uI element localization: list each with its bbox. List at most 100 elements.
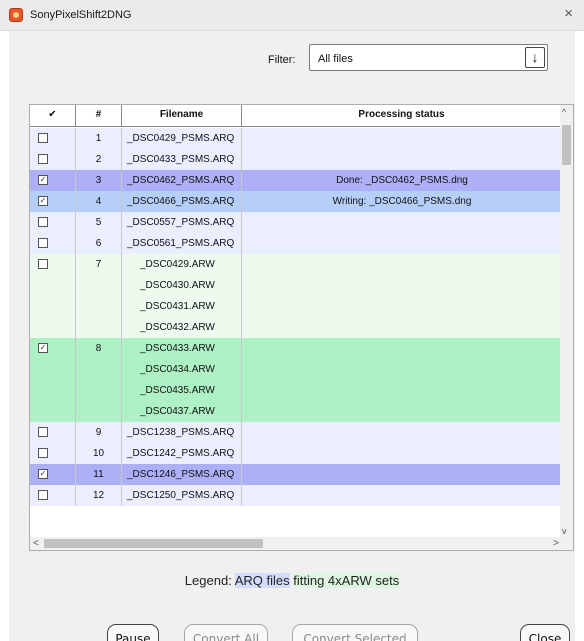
convert-all-button[interactable]: Convert All	[184, 624, 268, 641]
horizontal-scroll-thumb[interactable]	[44, 539, 263, 548]
row-checkbox-cell	[30, 359, 76, 380]
row-filename: _DSC0437.ARW	[122, 401, 242, 422]
row-number: 3	[76, 170, 122, 191]
row-checkbox[interactable]	[38, 238, 48, 249]
row-number: 10	[76, 443, 122, 464]
row-number: 11	[76, 464, 122, 485]
row-checkbox-cell	[30, 422, 76, 443]
table-row[interactable]: 2 _DSC0433_PSMS.ARQ	[30, 149, 562, 170]
row-number: 6	[76, 233, 122, 254]
row-number: 2	[76, 149, 122, 170]
row-checkbox[interactable]: ✓	[38, 196, 48, 207]
row-status	[242, 464, 562, 485]
table-row[interactable]: _DSC0435.ARW	[30, 380, 562, 401]
row-checkbox-cell	[30, 128, 76, 149]
row-checkbox-cell	[30, 380, 76, 401]
row-filename: _DSC0561_PSMS.ARQ	[122, 233, 242, 254]
row-checkbox[interactable]	[38, 448, 48, 459]
table-row[interactable]: 9 _DSC1238_PSMS.ARQ	[30, 422, 562, 443]
row-number: 7	[76, 254, 122, 275]
row-number	[76, 317, 122, 338]
vertical-scrollbar[interactable]: ^ v	[560, 105, 573, 538]
row-filename: _DSC0466_PSMS.ARQ	[122, 191, 242, 212]
header-number[interactable]: #	[76, 105, 122, 127]
table-row[interactable]: 1 _DSC0429_PSMS.ARQ	[30, 128, 562, 149]
row-checkbox[interactable]: ✓	[38, 469, 48, 480]
row-checkbox-cell	[30, 275, 76, 296]
row-filename: _DSC0557_PSMS.ARQ	[122, 212, 242, 233]
row-checkbox[interactable]	[38, 259, 48, 270]
window-title: SonyPixelShift2DNG	[30, 9, 132, 21]
row-filename: _DSC0433_PSMS.ARQ	[122, 149, 242, 170]
table-row[interactable]: 5 _DSC0557_PSMS.ARQ	[30, 212, 562, 233]
row-number: 9	[76, 422, 122, 443]
header-processing-status[interactable]: Processing status	[242, 105, 562, 127]
table-row[interactable]: _DSC0431.ARW	[30, 296, 562, 317]
scroll-left-icon[interactable]: <	[33, 537, 39, 550]
table-row[interactable]: _DSC0437.ARW	[30, 401, 562, 422]
row-checkbox-cell	[30, 296, 76, 317]
row-checkbox[interactable]	[38, 133, 48, 144]
table-row[interactable]: ✓ 4 _DSC0466_PSMS.ARQ Writing: _DSC0466_PSM…	[30, 191, 562, 212]
row-checkbox[interactable]: ✓	[38, 343, 48, 354]
row-status	[242, 212, 562, 233]
row-filename: _DSC0431.ARW	[122, 296, 242, 317]
row-number	[76, 401, 122, 422]
table-row[interactable]: 10 _DSC1242_PSMS.ARQ	[30, 443, 562, 464]
row-filename: _DSC0429_PSMS.ARQ	[122, 128, 242, 149]
row-number	[76, 359, 122, 380]
row-checkbox[interactable]	[38, 154, 48, 165]
row-checkbox[interactable]: ✓	[38, 175, 48, 186]
table-row[interactable]: ✓ 11 _DSC1246_PSMS.ARQ	[30, 464, 562, 485]
app-icon	[9, 8, 23, 22]
scroll-up-icon[interactable]: ^	[562, 107, 566, 117]
row-filename: _DSC0434.ARW	[122, 359, 242, 380]
row-status	[242, 338, 562, 359]
close-button[interactable]: Close	[520, 624, 570, 641]
scroll-corner	[560, 537, 573, 550]
table-row[interactable]: ✓ 8 _DSC0433.ARW	[30, 338, 562, 359]
legend-arq: ARQ files	[234, 573, 290, 588]
vertical-scroll-thumb[interactable]	[562, 125, 571, 165]
row-checkbox-cell: ✓	[30, 338, 76, 359]
filter-selected-value: All files	[318, 53, 353, 65]
row-status	[242, 149, 562, 170]
dropdown-arrow-icon[interactable]: ↓	[525, 47, 545, 68]
row-filename: _DSC0432.ARW	[122, 317, 242, 338]
row-filename: _DSC0433.ARW	[122, 338, 242, 359]
row-checkbox-cell	[30, 233, 76, 254]
row-checkbox[interactable]	[38, 490, 48, 501]
row-status: Writing: _DSC0466_PSMS.dng	[332, 196, 472, 207]
title-bar: SonyPixelShift2DNG ×	[0, 0, 584, 31]
table-row[interactable]: 12 _DSC1250_PSMS.ARQ	[30, 485, 562, 506]
table-row[interactable]: _DSC0430.ARW	[30, 275, 562, 296]
table-row[interactable]: ✓ 3 _DSC0462_PSMS.ARQ Done: _DSC0462_PSMS.d…	[30, 170, 562, 191]
row-checkbox-cell	[30, 212, 76, 233]
filter-dropdown[interactable]: All files ↓	[309, 44, 548, 71]
table-row[interactable]: 6 _DSC0561_PSMS.ARQ	[30, 233, 562, 254]
row-number: 5	[76, 212, 122, 233]
scroll-down-icon[interactable]: v	[562, 526, 567, 536]
pause-button[interactable]: Pause	[107, 624, 159, 641]
scroll-right-icon[interactable]: >	[553, 537, 559, 550]
row-status	[242, 317, 562, 338]
row-status	[242, 380, 562, 401]
row-checkbox-cell	[30, 443, 76, 464]
close-window-button[interactable]: ×	[564, 5, 573, 22]
row-status	[242, 359, 562, 380]
table-row[interactable]: _DSC0432.ARW	[30, 317, 562, 338]
row-filename: _DSC1246_PSMS.ARQ	[122, 464, 242, 485]
row-checkbox[interactable]	[38, 217, 48, 228]
file-table: ✔ # Filename Processing status 1 _DSC0429…	[29, 104, 574, 551]
row-status	[242, 128, 562, 149]
row-checkbox[interactable]	[38, 427, 48, 438]
header-check[interactable]: ✔	[30, 105, 76, 127]
row-filename: _DSC0430.ARW	[122, 275, 242, 296]
table-row[interactable]: 7 _DSC0429.ARW	[30, 254, 562, 275]
horizontal-scrollbar[interactable]: < >	[30, 537, 562, 550]
row-checkbox-cell	[30, 149, 76, 170]
convert-selected-button[interactable]: Convert Selected	[292, 624, 418, 641]
table-row[interactable]: _DSC0434.ARW	[30, 359, 562, 380]
dialog-body: Filter: All files ↓ ✔ # Filename Process…	[9, 31, 575, 641]
header-filename[interactable]: Filename	[122, 105, 242, 127]
